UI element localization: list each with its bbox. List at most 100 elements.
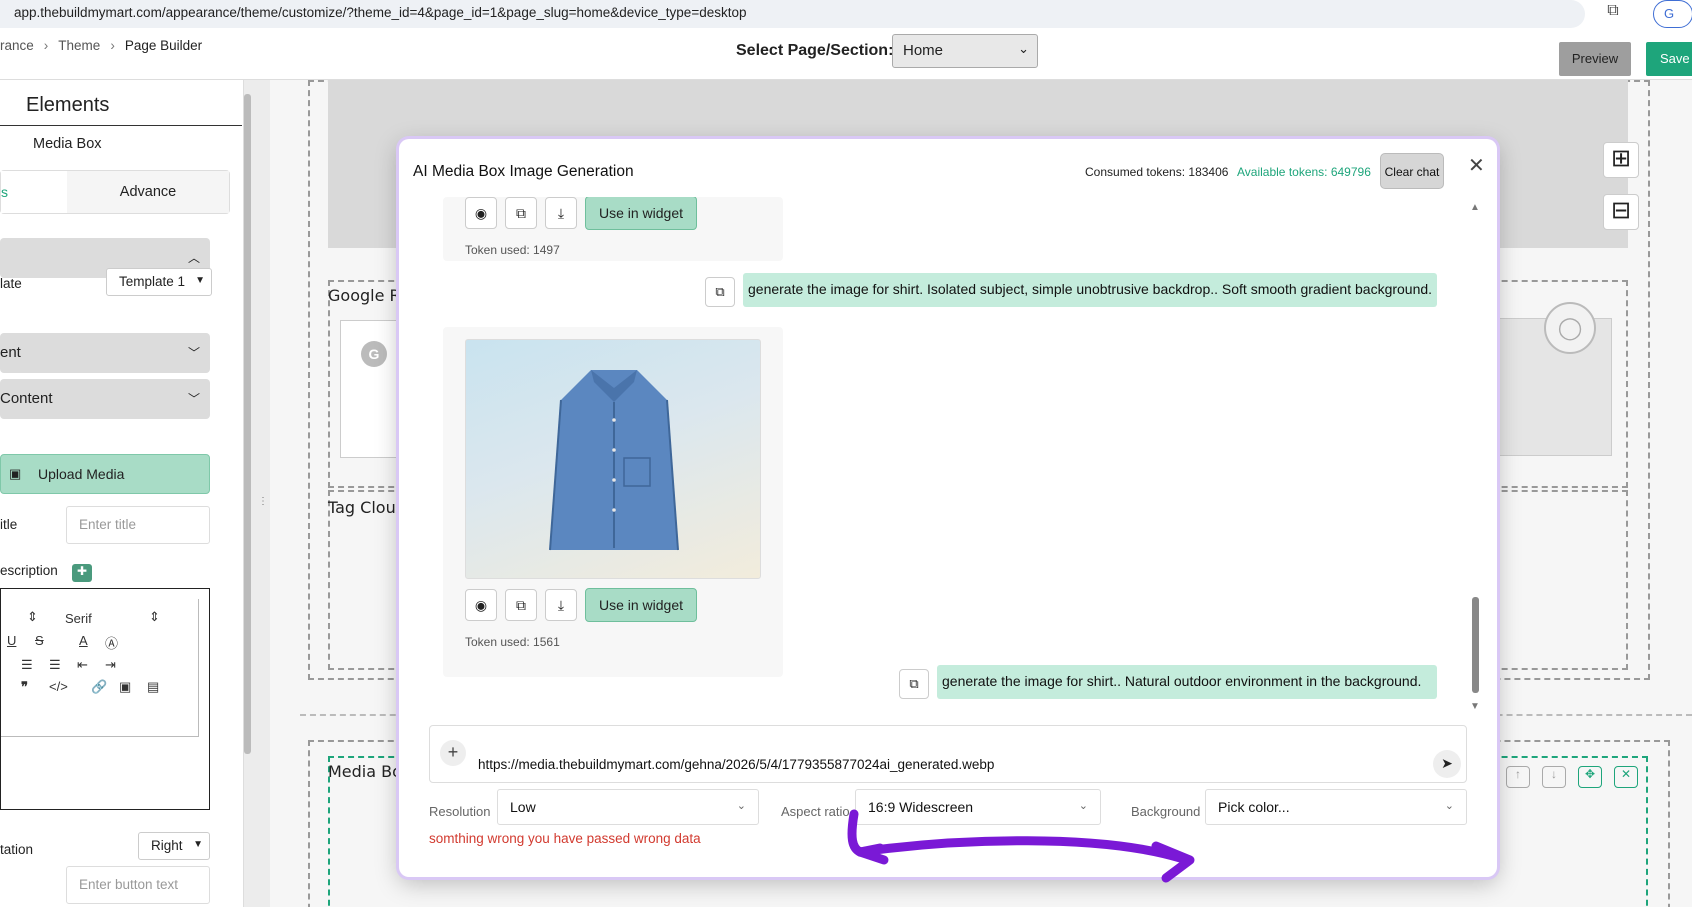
- text-color-icon[interactable]: A: [79, 633, 88, 648]
- ai-image-modal: AI Media Box Image Generation Consumed t…: [399, 139, 1497, 877]
- download-icon[interactable]: ⤓: [545, 589, 577, 621]
- chevron-up-icon: ︿: [187, 251, 200, 265]
- copy-icon[interactable]: ⧉: [505, 197, 537, 229]
- ai-sparkle-icon[interactable]: ✚: [72, 564, 92, 582]
- tag-cloud-label: Tag Clouc: [328, 498, 405, 517]
- generated-shirt-image[interactable]: [465, 339, 761, 579]
- quote-icon[interactable]: ❞: [21, 679, 28, 695]
- settings-tabs: s Advance: [0, 170, 230, 214]
- chevron-down-icon: ﹀: [187, 346, 200, 360]
- editor-toolbar: ⇕ Serif ⇕ U S A Ⓐ ☰ ☰ ⇤ ⇥ ❞ </> 🔗 ▣ ▤: [1, 599, 199, 737]
- scroll-up-icon[interactable]: ▲: [1470, 202, 1480, 213]
- upload-media-button[interactable]: ▣ Upload Media: [0, 454, 210, 494]
- breadcrumb-current: Page Builder: [124, 38, 203, 53]
- chat-scrollbar-thumb[interactable]: [1472, 597, 1479, 693]
- remove-section-icon[interactable]: ✕: [1614, 766, 1638, 788]
- copy-icon[interactable]: ⧉: [505, 589, 537, 621]
- description-editor[interactable]: ⇕ Serif ⇕ U S A Ⓐ ☰ ☰ ⇤ ⇥ ❞ </> 🔗 ▣ ▤: [0, 588, 210, 810]
- eye-icon[interactable]: ◉: [465, 589, 497, 621]
- move-up-icon[interactable]: ↑: [1506, 766, 1530, 788]
- indent-icon[interactable]: ⇥: [105, 657, 116, 673]
- google-logo-initial: G: [368, 346, 380, 362]
- chevron-right-icon: ›: [43, 38, 49, 53]
- elements-panel: Elements Media Box s Advance ︿ late Temp…: [0, 80, 244, 907]
- ordered-list-icon[interactable]: ☰: [21, 657, 33, 673]
- upload-media-label: Upload Media: [38, 466, 125, 482]
- google-reviews-label: Google Re: [328, 286, 410, 305]
- use-in-widget-button[interactable]: Use in widget: [585, 588, 697, 622]
- panel-subtitle: Media Box: [33, 136, 102, 152]
- available-tokens: Available tokens: 649796: [1237, 165, 1371, 179]
- zoom-out-icon[interactable]: ⊟: [1603, 194, 1639, 230]
- token-used: Token used: 1497: [465, 243, 560, 257]
- clear-chat-button[interactable]: Clear chat: [1380, 153, 1444, 189]
- chevron-down-icon: ⌄: [736, 800, 746, 812]
- chevron-down-icon: ⌄: [1444, 800, 1454, 812]
- accordion-media-content[interactable]: Content ﹀: [0, 379, 210, 419]
- close-icon[interactable]: ✕: [1468, 153, 1485, 178]
- strikethrough-icon[interactable]: S: [35, 633, 44, 648]
- save-button[interactable]: Save p: [1646, 42, 1692, 76]
- breadcrumb-item[interactable]: Theme: [58, 38, 100, 53]
- move-down-icon[interactable]: ↓: [1542, 766, 1566, 788]
- image-icon[interactable]: ▣: [119, 679, 131, 695]
- title-input[interactable]: Enter title: [66, 506, 210, 544]
- template-select-value: Template 1: [119, 274, 186, 289]
- token-used: Token used: 1561: [465, 635, 560, 649]
- tab-advance[interactable]: Advance: [67, 171, 229, 213]
- highlight-icon[interactable]: Ⓐ: [105, 633, 118, 652]
- underline-icon[interactable]: U: [7, 633, 16, 648]
- chevron-down-icon: ﹀: [187, 392, 200, 406]
- image-icon: ▣: [9, 466, 22, 481]
- copy-icon[interactable]: ⧉: [899, 669, 929, 699]
- use-in-widget-button[interactable]: Use in widget: [585, 197, 697, 230]
- template-select[interactable]: Template 1 ▼: [106, 268, 212, 296]
- send-icon[interactable]: ➤: [1433, 750, 1461, 778]
- code-icon[interactable]: </>: [49, 679, 68, 694]
- template-label: late: [0, 276, 22, 291]
- panel-scrollbar[interactable]: [244, 94, 251, 754]
- description-label: escription: [0, 563, 58, 578]
- button-text-input[interactable]: Enter button text: [66, 866, 210, 904]
- accordion-media-content-label: Content: [0, 390, 53, 407]
- chevron-right-icon: ›: [110, 38, 115, 53]
- panel-title: Elements: [26, 94, 110, 116]
- user-message: generate the image for shirt. Isolated s…: [743, 273, 1437, 307]
- font-select-value[interactable]: Serif: [65, 611, 92, 626]
- accordion-content-label: ent: [0, 344, 21, 361]
- media-box-label: Media Bo: [328, 762, 402, 781]
- bullet-list-icon[interactable]: ☰: [49, 657, 61, 673]
- modal-title: AI Media Box Image Generation: [413, 163, 634, 180]
- outdent-icon[interactable]: ⇤: [77, 657, 88, 673]
- link-icon[interactable]: 🔗: [91, 679, 107, 695]
- resolution-select[interactable]: Low ⌄: [497, 789, 759, 825]
- address-bar[interactable]: app.thebuildmymart.com/appearance/theme/…: [0, 0, 1585, 28]
- orientation-select[interactable]: Right ▼: [138, 832, 210, 860]
- orientation-label: tation: [0, 842, 34, 857]
- chat-area: ◉ ⧉ ⤓ Use in widget Token used: 1497 ⧉ g…: [413, 197, 1481, 713]
- copy-icon[interactable]: ⧉: [705, 277, 735, 307]
- drag-move-icon[interactable]: ✥: [1578, 766, 1602, 788]
- download-icon[interactable]: ⤓: [545, 197, 577, 229]
- tab-settings[interactable]: s: [1, 171, 67, 213]
- scroll-down-icon[interactable]: ▼: [1470, 701, 1480, 712]
- breadcrumb-item[interactable]: rance: [0, 38, 34, 53]
- user-avatar-icon: ◯: [1544, 302, 1596, 354]
- page-select[interactable]: Home ⌄: [892, 34, 1038, 68]
- eye-icon[interactable]: ◉: [465, 197, 497, 229]
- preview-button[interactable]: Preview: [1559, 42, 1631, 76]
- font-select-chevron-icon[interactable]: ⇕: [149, 609, 160, 625]
- zoom-in-icon[interactable]: ⊞: [1603, 142, 1639, 178]
- profile-button[interactable]: G: [1653, 0, 1692, 28]
- divider: [0, 125, 242, 126]
- orientation-select-value: Right: [151, 838, 183, 853]
- cast-icon[interactable]: ⧉: [1600, 2, 1626, 24]
- prompt-input[interactable]: + https://media.thebuildmymart.com/gehna…: [429, 725, 1467, 783]
- google-logo: G: [361, 341, 387, 367]
- chevron-down-icon: ▼: [193, 839, 203, 850]
- video-icon[interactable]: ▤: [147, 679, 159, 695]
- add-attachment-icon[interactable]: +: [440, 740, 466, 766]
- sort-icon[interactable]: ⇕: [27, 609, 38, 625]
- accordion-content[interactable]: ent ﹀: [0, 333, 210, 373]
- error-message: somthing wrong you have passed wrong dat…: [429, 831, 701, 846]
